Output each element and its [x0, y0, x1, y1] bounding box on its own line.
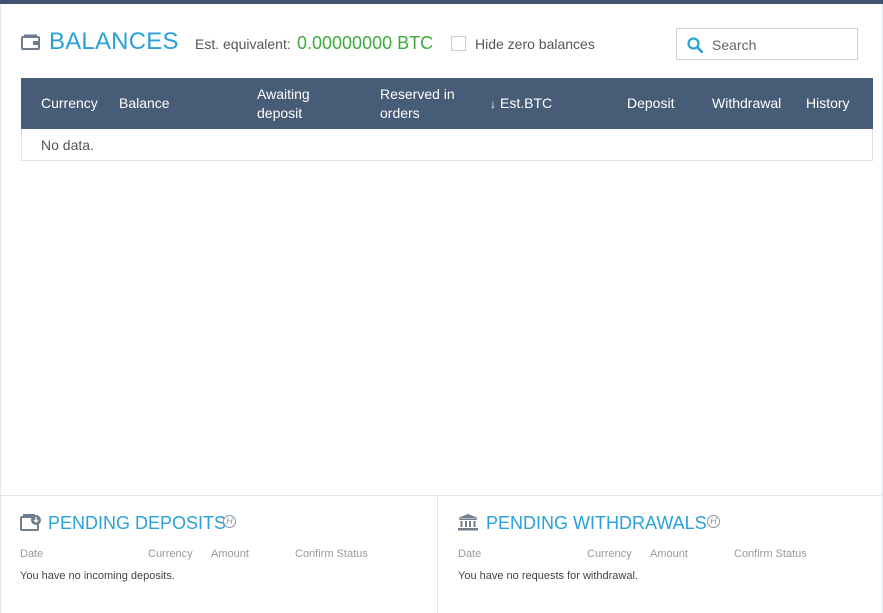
col-est-btc[interactable]: ↓ Est.BTC — [490, 94, 552, 114]
col-withdrawal[interactable]: Withdrawal — [712, 94, 781, 113]
deposits-col-currency: Currency — [148, 548, 193, 560]
col-awaiting-line1: Awaiting — [257, 86, 310, 102]
withdrawals-col-amount: Amount — [650, 548, 688, 560]
deposits-empty-message: You have no incoming deposits. — [20, 570, 175, 582]
withdrawals-empty-message: You have no requests for withdrawal. — [458, 570, 638, 582]
balances-table-header: Currency Balance Awaiting deposit Reserv… — [21, 78, 873, 129]
col-awaiting-line2: deposit — [257, 105, 303, 121]
withdrawals-col-currency: Currency — [587, 548, 632, 560]
balances-table-body: No data. — [21, 129, 873, 161]
pending-panels: PENDING DEPOSITS H Date Currency Amount … — [1, 495, 882, 613]
pending-withdrawals-title: PENDING WITHDRAWALS — [486, 513, 707, 533]
deposits-col-date: Date — [20, 548, 44, 560]
hide-zero-checkbox[interactable] — [451, 36, 466, 51]
deposits-col-status: Confirm Status — [295, 548, 368, 560]
wallet-icon — [21, 34, 40, 50]
col-reserved-line1: Reserved in — [380, 86, 455, 102]
deposits-help-icon[interactable]: H — [223, 515, 236, 528]
col-currency[interactable]: Currency — [41, 94, 98, 113]
col-reserved-in-orders[interactable]: Reserved in orders — [380, 85, 455, 123]
col-reserved-line2: orders — [380, 105, 420, 121]
withdrawals-col-status: Confirm Status — [734, 548, 807, 560]
wallet-deposit-icon — [20, 514, 41, 531]
col-deposit[interactable]: Deposit — [627, 94, 674, 113]
no-data-message: No data. — [41, 137, 94, 153]
est-equivalent-label: Est. equivalent: — [195, 36, 291, 52]
col-est-btc-label: Est.BTC — [500, 95, 553, 111]
bank-icon — [458, 514, 478, 531]
search-box[interactable] — [676, 28, 858, 60]
page-title: BALANCES — [49, 28, 179, 55]
pending-deposits-title: PENDING DEPOSITS — [48, 513, 227, 533]
search-input[interactable] — [712, 34, 852, 56]
hide-zero-label[interactable]: Hide zero balances — [475, 36, 595, 52]
search-icon[interactable] — [687, 37, 703, 53]
est-equivalent-value: 0.00000000 BTC — [297, 33, 434, 53]
pending-withdrawals-panel: PENDING WITHDRAWALS H Date Currency Amou… — [439, 496, 882, 613]
withdrawals-help-icon[interactable]: H — [707, 515, 720, 528]
sort-desc-icon: ↓ — [490, 97, 496, 111]
col-balance[interactable]: Balance — [119, 94, 170, 113]
col-history[interactable]: History — [806, 94, 850, 113]
pending-deposits-panel: PENDING DEPOSITS H Date Currency Amount … — [1, 496, 438, 613]
col-awaiting-deposit[interactable]: Awaiting deposit — [257, 85, 310, 123]
withdrawals-col-date: Date — [458, 548, 482, 560]
deposits-col-amount: Amount — [211, 548, 249, 560]
